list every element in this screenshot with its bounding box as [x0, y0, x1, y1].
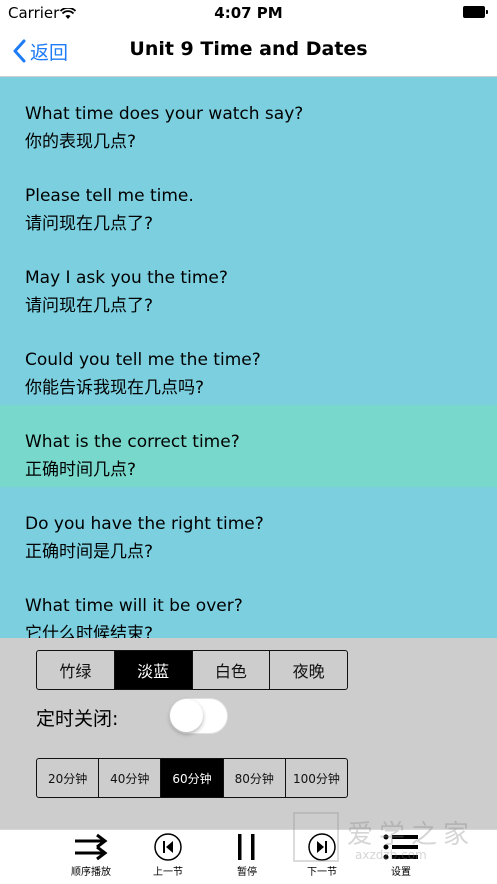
- theme-option-night[interactable]: 夜晚: [269, 651, 347, 689]
- timer-duration-control: 20分钟 40分钟 60分钟 80分钟 100分钟: [36, 758, 348, 798]
- chevron-left-icon: [13, 39, 26, 63]
- nav-bar: 返回 Unit 9 Time and Dates: [0, 26, 497, 77]
- pause-icon: [238, 834, 255, 860]
- order-play-label: 顺序播放: [71, 867, 111, 878]
- pause-label: 暂停: [237, 867, 257, 878]
- next-label: 下一节: [307, 867, 337, 878]
- list-item-current[interactable]: What is the correct time? 正确时间几点?: [0, 405, 497, 487]
- list-item[interactable]: Could you tell me the time? 你能告诉我现在几点吗?: [0, 323, 497, 405]
- chinese-translation: 它什么时候结束?: [25, 624, 154, 638]
- list-item[interactable]: Do you have the right time? 正确时间是几点?: [0, 487, 497, 569]
- timer-label: 定时关闭:: [36, 708, 119, 730]
- english-sentence: Could you tell me the time?: [25, 350, 261, 370]
- next-button[interactable]: 下一节: [307, 832, 337, 878]
- english-sentence: May I ask you the time?: [25, 268, 228, 288]
- status-time: 4:07 PM: [214, 4, 283, 22]
- battery-icon: [463, 6, 489, 18]
- list-item[interactable]: What time does your watch say? 你的表现几点?: [0, 77, 497, 159]
- chinese-translation: 你的表现几点?: [25, 132, 137, 152]
- theme-option-light-blue[interactable]: 淡蓝: [113, 651, 192, 689]
- previous-button[interactable]: 上一节: [153, 832, 183, 878]
- skip-previous-icon: [154, 833, 182, 861]
- status-bar: Carrier 4:07 PM: [0, 0, 497, 26]
- settings-button[interactable]: 设置: [382, 832, 420, 878]
- page-title: Unit 9 Time and Dates: [129, 38, 368, 60]
- english-sentence: Please tell me time.: [25, 186, 194, 206]
- order-play-button[interactable]: 顺序播放: [71, 832, 111, 878]
- settings-panel: 竹绿 淡蓝 白色 夜晚 定时关闭: 20分钟 40分钟 60分钟 80分钟 10…: [0, 638, 497, 829]
- back-button[interactable]: 返回: [12, 36, 68, 66]
- english-sentence: What time will it be over?: [25, 596, 243, 616]
- theme-option-white[interactable]: 白色: [191, 651, 270, 689]
- english-sentence: What is the correct time?: [25, 432, 240, 452]
- playback-toolbar: 顺序播放 上一节 暂停 下一节 设置: [0, 829, 497, 884]
- pause-button[interactable]: 暂停: [234, 832, 260, 878]
- sentence-list[interactable]: What time does your watch say? 你的表现几点? P…: [0, 77, 497, 638]
- back-label: 返回: [30, 41, 69, 64]
- chinese-translation: 正确时间几点?: [25, 460, 137, 480]
- timer-option-100[interactable]: 100分钟: [284, 759, 347, 797]
- theme-segmented-control: 竹绿 淡蓝 白色 夜晚: [36, 650, 348, 690]
- list-item[interactable]: May I ask you the time? 请问现在几点了?: [0, 241, 497, 323]
- timer-option-20[interactable]: 20分钟: [37, 759, 98, 797]
- list-item[interactable]: What time will it be over? 它什么时候结束?: [0, 569, 497, 638]
- previous-label: 上一节: [153, 867, 183, 878]
- timer-option-40[interactable]: 40分钟: [98, 759, 160, 797]
- arrows-right-icon: [75, 833, 108, 861]
- skip-next-icon: [308, 833, 336, 861]
- chinese-translation: 你能告诉我现在几点吗?: [25, 378, 205, 398]
- timer-toggle[interactable]: [169, 698, 228, 734]
- english-sentence: Do you have the right time?: [25, 514, 264, 534]
- chinese-translation: 请问现在几点了?: [25, 214, 154, 234]
- english-sentence: What time does your watch say?: [25, 104, 304, 124]
- chinese-translation: 请问现在几点了?: [25, 296, 154, 316]
- list-item[interactable]: Please tell me time. 请问现在几点了?: [0, 159, 497, 241]
- menu-list-icon: [383, 834, 418, 860]
- toggle-knob: [170, 699, 203, 732]
- timer-option-80[interactable]: 80分钟: [222, 759, 285, 797]
- timer-option-60[interactable]: 60分钟: [160, 759, 223, 797]
- theme-option-green[interactable]: 竹绿: [37, 651, 114, 689]
- chinese-translation: 正确时间是几点?: [25, 542, 154, 562]
- settings-label: 设置: [391, 867, 411, 878]
